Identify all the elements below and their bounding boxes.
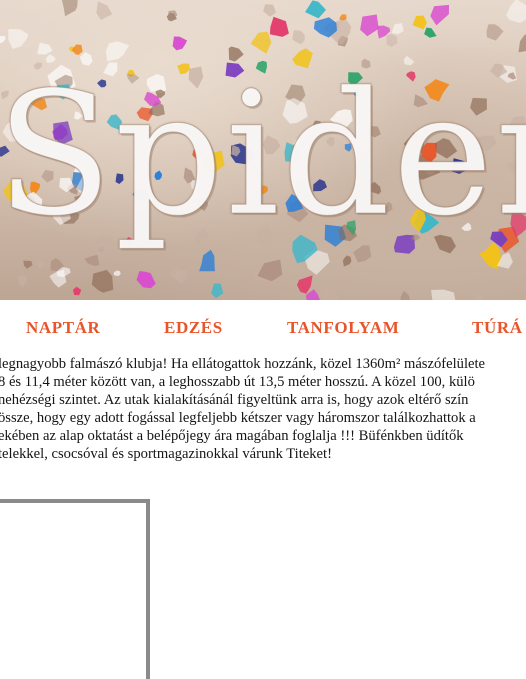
confetti-piece (292, 30, 305, 44)
confetti-piece (173, 37, 188, 51)
confetti-piece (251, 32, 272, 54)
confetti-piece (96, 2, 112, 21)
confetti-piece (430, 5, 449, 26)
confetti-piece (211, 284, 223, 299)
confetti-piece (270, 17, 289, 37)
confetti-piece (73, 287, 81, 296)
confetti-piece (431, 290, 456, 300)
main-navigation: NAPTÁR EDZÉS TANFOLYAM TÚRÁ (0, 300, 526, 352)
nav-item-tanfolyam[interactable]: TANFOLYAM (287, 318, 399, 338)
confetti-piece (37, 43, 52, 55)
nav-item-naptar[interactable]: NAPTÁR (26, 318, 100, 338)
confetti-piece (92, 270, 113, 293)
confetti-piece (84, 255, 99, 266)
confetti-piece (413, 16, 427, 30)
confetti-piece (49, 269, 66, 287)
nav-item-edzes[interactable]: EDZÉS (164, 318, 223, 338)
confetti-piece (360, 15, 379, 37)
confetti-piece (343, 255, 351, 266)
intro-line: legnagyobb falmászó klubja! Ha ellátogat… (0, 355, 485, 373)
confetti-piece (387, 34, 398, 47)
confetti-piece (263, 4, 276, 17)
confetti-piece (506, 0, 526, 23)
intro-line: nehézségi szintet. Az utak kialakításáná… (0, 391, 468, 409)
confetti-piece (23, 261, 32, 269)
confetti-piece (305, 0, 326, 18)
confetti-piece (72, 45, 83, 56)
confetti-piece (519, 35, 526, 53)
confetti-piece (0, 36, 5, 44)
confetti-piece (424, 28, 437, 38)
confetti-piece (114, 271, 121, 277)
intro-line: 8 és 11,4 méter között van, a leghosszab… (0, 373, 475, 391)
confetti-piece (18, 275, 28, 288)
confetti-piece (8, 29, 28, 49)
intro-line: telekkel, csocsóval és sportmagazinokkal… (0, 445, 332, 463)
embedded-frame (0, 499, 150, 679)
confetti-piece (320, 284, 341, 300)
intro-line: ekében az alap oktatást a belépőjegy ára… (0, 427, 464, 445)
confetti-piece (137, 271, 156, 288)
nav-item-tura[interactable]: TÚRÁ (472, 318, 523, 338)
confetti-piece (297, 275, 313, 294)
site-logo[interactable]: Spider (0, 70, 526, 240)
confetti-piece (392, 23, 404, 34)
confetti-piece (168, 10, 177, 18)
confetti-piece (306, 289, 320, 300)
intro-line: össze, hogy egy adott fogással legfeljeb… (0, 409, 476, 427)
confetti-piece (401, 291, 411, 300)
intro-paragraph: legnagyobb falmászó klubja! Ha ellátogat… (0, 355, 526, 465)
header-banner: Spider (0, 0, 526, 300)
confetti-piece (487, 24, 504, 40)
confetti-piece (61, 0, 78, 16)
confetti-piece (37, 260, 44, 269)
